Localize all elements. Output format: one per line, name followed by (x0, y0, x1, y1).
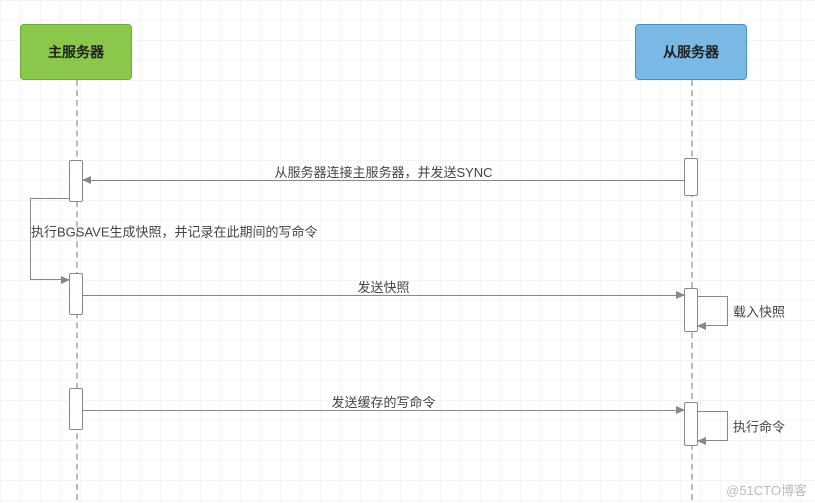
message-load-snapshot: 载入快照 (698, 296, 728, 326)
arrow-icon (697, 322, 706, 330)
message-load-snapshot-label: 载入快照 (733, 302, 785, 321)
message-send-snapshot: 发送快照 (83, 295, 684, 296)
participant-master-label: 主服务器 (48, 42, 104, 62)
activation-slave-3 (684, 402, 698, 446)
arrow-icon (61, 276, 70, 284)
message-sync: 从服务器连接主服务器，并发送SYNC (83, 180, 684, 181)
activation-slave-2 (684, 288, 698, 332)
participant-slave-label: 从服务器 (663, 42, 719, 62)
participant-slave: 从服务器 (635, 24, 747, 80)
message-send-buffered-label: 发送缓存的写命令 (331, 392, 435, 411)
message-bgsave-label: 执行BGSAVE生成快照，并记录在此期间的写命令 (31, 222, 318, 241)
message-send-buffered: 发送缓存的写命令 (83, 410, 684, 411)
message-send-snapshot-label: 发送快照 (357, 277, 409, 296)
arrow-icon (697, 437, 706, 445)
activation-master-2 (69, 273, 83, 315)
activation-master-3 (69, 388, 83, 430)
watermark: @51CTO博客 (726, 480, 807, 499)
message-bgsave: 执行BGSAVE生成快照，并记录在此期间的写命令 (30, 198, 69, 280)
message-exec-cmds-label: 执行命令 (733, 417, 785, 436)
activation-master-1 (69, 160, 83, 202)
message-sync-label: 从服务器连接主服务器，并发送SYNC (274, 162, 492, 181)
participant-master: 主服务器 (20, 24, 132, 80)
message-exec-cmds: 执行命令 (698, 411, 728, 441)
activation-slave-1 (684, 158, 698, 196)
